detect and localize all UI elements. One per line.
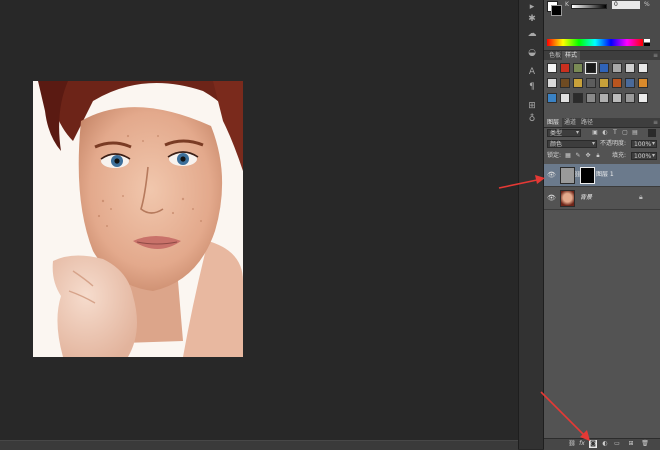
filter-kind-select[interactable]: 类型 [547,129,581,137]
channel-value-input[interactable]: 0 [612,1,640,9]
color-spectrum-ramp[interactable] [547,39,643,46]
layer-mask-thumbnail[interactable] [580,167,595,184]
style-preset-swatch[interactable] [547,63,557,73]
lock-all-icon[interactable]: 🔒︎ [594,152,602,160]
style-preset-swatch[interactable] [547,93,557,103]
add-mask-icon[interactable]: ◙ [589,440,597,448]
style-preset-swatch[interactable] [560,93,570,103]
paragraph-icon[interactable]: ¶ [525,80,539,94]
link-layers-icon[interactable]: ⛓︎ [568,440,576,448]
style-preset-swatch[interactable] [612,63,622,73]
background-color-swatch[interactable] [551,5,562,16]
tab-paths[interactable]: 路径 [578,118,596,127]
channel-label: K [565,1,569,8]
tab-styles[interactable]: 样式 [562,51,581,60]
style-preset-swatch[interactable] [599,63,609,73]
style-preset-swatch[interactable] [612,78,622,88]
lock-transparent-icon[interactable]: ▦ [564,152,572,160]
filter-smart-object-icon[interactable]: ▤ [631,129,639,137]
layer-row-layer1[interactable]: 👁︎ ⛓︎ 图层 1 [544,164,660,187]
style-preset-swatch[interactable] [586,93,596,103]
properties-icon[interactable]: ☁ [525,27,539,41]
filter-type-icon[interactable]: T [611,129,619,137]
blend-mode-row: 颜色 不透明度: 100% [544,139,660,150]
fill-input[interactable]: 100% [631,152,657,160]
layer-name[interactable]: 图层 1 [596,171,614,179]
fill-label: 填充: [612,152,627,159]
layers-panel: 图层 通道 路径 ≡ 类型 ▣ ◐ T ▢ ▤ 颜色 不透明度: 100% 锁定… [544,118,660,449]
color-panel: K 0 % [544,0,660,51]
group-icon[interactable]: ▭ [613,440,621,448]
lock-image-icon[interactable]: ✎ [574,152,582,160]
layer-row-background[interactable]: 👁︎ 背景 🔒︎ [544,187,660,210]
style-preset-swatch[interactable] [573,93,583,103]
filter-pixel-icon[interactable]: ▣ [591,129,599,137]
adjustments-icon[interactable]: ◒ [525,46,539,60]
lock-position-icon[interactable]: ✥ [584,152,592,160]
portrait-image [33,81,243,357]
style-preset-swatch[interactable] [625,93,635,103]
visibility-eye-icon[interactable]: 👁︎ [547,171,556,179]
panel-menu-icon[interactable]: ≡ [653,51,658,60]
visibility-eye-icon[interactable]: 👁︎ [547,194,556,202]
lock-icon: 🔒︎ [639,193,643,201]
style-preset-swatch[interactable] [547,78,557,88]
style-preset-swatch[interactable] [638,78,648,88]
opacity-input[interactable]: 100% [631,140,657,148]
lock-label: 锁定: [547,152,562,159]
layers-panel-menu-icon[interactable]: ≡ [653,118,658,127]
style-preset-swatch[interactable] [625,78,635,88]
brush-preset-icon[interactable]: ⊞ [525,99,539,113]
styles-grid [544,60,660,118]
style-preset-swatch[interactable] [599,78,609,88]
filter-toggle-icon[interactable] [648,129,656,137]
tab-layers[interactable]: 图层 [544,118,563,127]
layer-thumbnail [560,190,575,207]
trash-icon[interactable]: 🗑︎ [641,440,649,448]
black-white-ramp[interactable] [644,39,650,46]
actions-icon[interactable]: ✱ [525,12,539,26]
layers-bottom-bar: ⛓︎ fx ◙ ◐ ▭ ⊞ 🗑︎ [544,438,660,450]
channel-unit: % [644,1,650,8]
fx-icon[interactable]: fx [578,440,586,448]
portrait-photo[interactable] [33,81,243,357]
lock-row: 锁定: ▦ ✎ ✥ 🔒︎ 填充: 100% [544,151,660,162]
filter-adjustment-icon[interactable]: ◐ [601,129,609,137]
style-preset-swatch[interactable] [560,63,570,73]
filter-shape-icon[interactable]: ▢ [621,129,629,137]
tab-channels[interactable]: 通道 [561,118,579,127]
blend-mode-select[interactable]: 颜色 [547,140,597,148]
clone-source-icon[interactable]: ♁ [525,112,539,126]
adjustment-layer-icon[interactable]: ◐ [601,440,609,448]
channel-slider[interactable] [571,4,607,9]
layer-thumbnail [560,167,575,184]
panels-column: K 0 % 色板 样式 ≡ 图层 通道 路径 ≡ 类型 ▣ ◐ T ▢ ▤ [544,0,660,450]
style-preset-swatch[interactable] [586,78,596,88]
style-preset-swatch[interactable] [638,93,648,103]
style-preset-swatch[interactable] [573,78,583,88]
layer-filter-row: 类型 ▣ ◐ T ▢ ▤ [544,128,660,139]
character-icon[interactable]: A [525,65,539,79]
layers-tabs: 图层 通道 路径 ≡ [544,118,660,128]
style-preset-swatch[interactable] [585,62,597,74]
layer-name[interactable]: 背景 [580,194,592,202]
panel-icon-strip: ▸ ✱ ☁ ◒ A ¶ ⊞ ♁ [518,0,544,449]
style-preset-swatch[interactable] [599,93,609,103]
opacity-label: 不透明度: [600,140,627,147]
style-preset-swatch[interactable] [625,63,635,73]
style-preset-swatch[interactable] [638,63,648,73]
style-preset-swatch[interactable] [573,63,583,73]
style-preset-swatch[interactable] [560,78,570,88]
style-preset-swatch[interactable] [612,93,622,103]
new-layer-icon[interactable]: ⊞ [627,440,635,448]
